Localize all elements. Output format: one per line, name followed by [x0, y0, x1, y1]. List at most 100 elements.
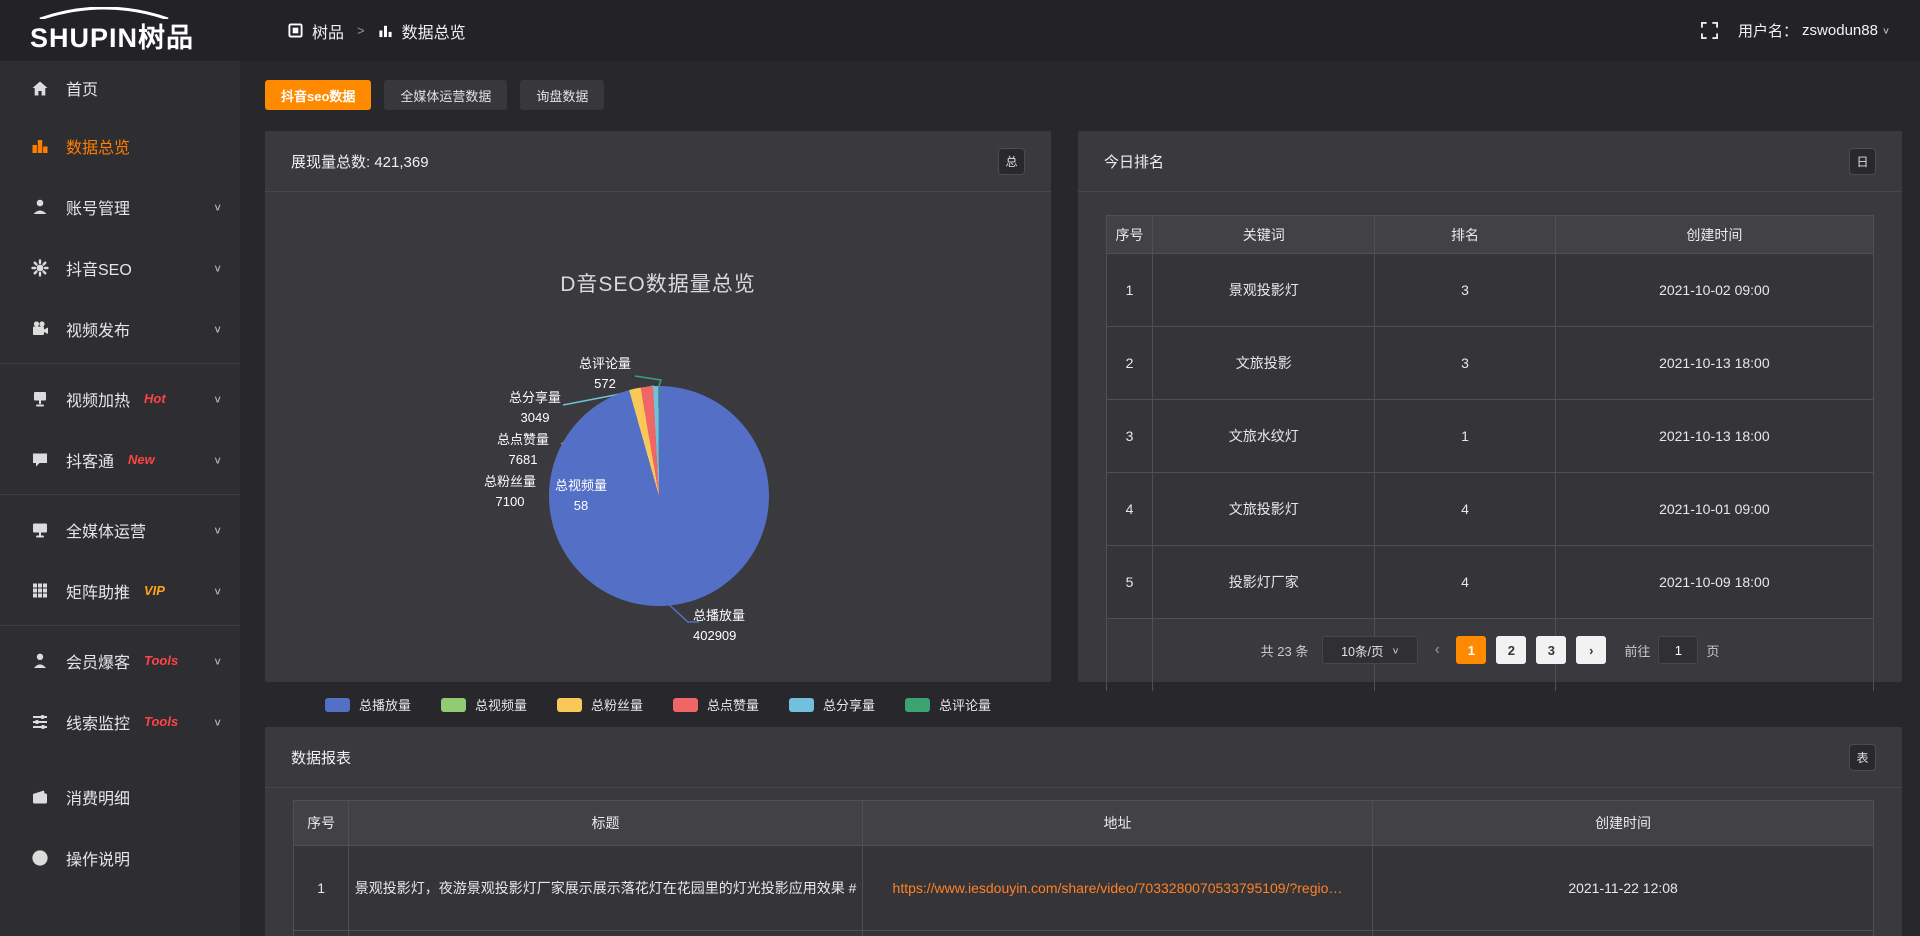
sidebar-item-label: 视频发布 [66, 317, 130, 341]
next-page-button[interactable]: › [1576, 636, 1606, 664]
data-tabs: 抖音seo数据 全媒体运营数据 询盘数据 [265, 80, 604, 110]
sidebar-item-home[interactable]: 首页 [0, 61, 240, 115]
sidebar-item-label: 操作说明 [66, 846, 130, 870]
monitor-icon [31, 521, 51, 539]
report-panel-title: 数据报表 [291, 747, 351, 768]
tools-tag: Tools [144, 653, 178, 668]
legend-item[interactable]: 总粉丝量 [557, 695, 643, 714]
page-button-2[interactable]: 2 [1496, 636, 1526, 664]
sidebar-item-matrix-boost[interactable]: 矩阵助推 VIP ∨ [0, 560, 240, 621]
chevron-down-icon: ∨ [213, 585, 222, 597]
goto-label: 前往 [1624, 641, 1650, 660]
topbar: SHUPIN树品 树品 > 数据总览 用户名：zswodun88 ∨ [0, 0, 1920, 61]
ranking-panel-title: 今日排名 [1104, 151, 1164, 172]
col-index: 序号 [294, 801, 349, 846]
dashboard-icon [288, 23, 303, 38]
pie-chart: D音SEO数据量总览 总评论量572 总分享量3049 总点赞量7681 总粉丝… [265, 192, 1051, 682]
sidebar-item-label: 视频加热 [66, 387, 130, 411]
pie-label-likes: 总点赞量7681 [483, 430, 563, 470]
gear-icon [31, 259, 51, 277]
pagination: 共 23 条 10条/页 ∨ ‹ 1 2 3 › 前往 页 [1078, 636, 1902, 664]
user-icon [31, 198, 51, 216]
legend-item[interactable]: 总评论量 [905, 695, 991, 714]
ranking-table: 序号 关键词 排名 创建时间 1景观投影灯32021-10-02 09:00 2… [1106, 215, 1874, 691]
day-badge-button[interactable]: 日 [1849, 148, 1876, 175]
page-button-3[interactable]: 3 [1536, 636, 1566, 664]
sidebar-spacer [0, 752, 240, 766]
sidebar-item-label: 全媒体运营 [66, 518, 146, 542]
sliders-icon [31, 713, 51, 731]
breadcrumb-item-home[interactable]: 树品 [312, 19, 344, 43]
video-title-cell: 景观投影灯，夜游景观投影灯厂家展示展示落花灯在花园里的灯光投影应用效果 # [349, 846, 863, 931]
billboard-icon [31, 390, 51, 408]
new-tag: New [128, 452, 155, 467]
goto-page-input[interactable] [1658, 636, 1698, 664]
logo-en: SHUPIN [30, 23, 138, 53]
wallet-icon [31, 788, 51, 806]
logo-cn: 树品 [138, 23, 194, 53]
impressions-total: 展现量总数: 421,369 [291, 151, 429, 172]
legend-item[interactable]: 总点赞量 [673, 695, 759, 714]
sidebar-item-help[interactable]: ? 操作说明 [0, 827, 240, 888]
sidebar-item-label: 会员爆客 [66, 649, 130, 673]
pie-label-comments: 总评论量572 [565, 354, 645, 394]
tab-inquiry-data[interactable]: 询盘数据 [520, 80, 604, 110]
sidebar-item-member-burst[interactable]: 会员爆客 Tools ∨ [0, 630, 240, 691]
legend-item[interactable]: 总视频量 [441, 695, 527, 714]
sidebar-divider [0, 494, 240, 495]
col-created: 创建时间 [1373, 801, 1874, 846]
sidebar-item-label: 矩阵助推 [66, 579, 130, 603]
col-url: 地址 [862, 801, 1372, 846]
svg-text:?: ? [37, 853, 43, 865]
tab-omni-media-data[interactable]: 全媒体运营数据 [384, 80, 507, 110]
ranking-panel-header: 今日排名 日 [1078, 131, 1902, 192]
breadcrumb: 树品 > 数据总览 [288, 19, 466, 43]
sidebar-item-lead-monitor[interactable]: 线索监控 Tools ∨ [0, 691, 240, 752]
table-badge-button[interactable]: 表 [1849, 744, 1876, 771]
chart-title: D音SEO数据量总览 [265, 268, 1051, 298]
fullscreen-icon[interactable] [1701, 22, 1718, 39]
tab-douyin-seo-data[interactable]: 抖音seo数据 [265, 80, 371, 110]
chevron-down-icon: ∨ [213, 655, 222, 667]
chevron-down-icon: ∨ [213, 201, 222, 213]
hot-tag: Hot [144, 391, 166, 406]
sidebar-item-douyin-seo[interactable]: 抖音SEO ∨ [0, 237, 240, 298]
col-rank: 排名 [1375, 216, 1555, 254]
legend-swatch [905, 698, 930, 712]
sidebar: 首页 数据总览 账号管理 ∨ 抖音SEO ∨ 视频发布 ∨ 视频加热 Hot ∨ [0, 61, 240, 936]
legend-item[interactable]: 总分享量 [789, 695, 875, 714]
pie-label-plays: 总播放量402909 [693, 606, 793, 646]
table-row: 5投影灯厂家42021-10-09 18:00 [1107, 546, 1874, 619]
page-size-select[interactable]: 10条/页 ∨ [1322, 636, 1418, 664]
topbar-right: 用户名：zswodun88 ∨ [1701, 20, 1920, 41]
legend-swatch [557, 698, 582, 712]
video-url-link[interactable]: https://www.iesdouyin.com/share/video/70… [893, 880, 1343, 896]
chevron-down-icon: ∨ [213, 262, 222, 274]
chevron-down-icon: ∨ [213, 454, 222, 466]
report-panel: 数据报表 表 序号 标题 地址 创建时间 1 景观投影灯，夜游景观投影灯厂家展示… [265, 727, 1902, 936]
chevron-down-icon: ∨ [1882, 25, 1890, 35]
total-badge-button[interactable]: 总 [998, 148, 1025, 175]
person-icon [31, 652, 51, 670]
impressions-panel-header: 展现量总数: 421,369 总 [265, 131, 1051, 192]
sidebar-item-omni-media[interactable]: 全媒体运营 ∨ [0, 499, 240, 560]
sidebar-item-douketong[interactable]: 抖客通 New ∨ [0, 429, 240, 490]
user-menu[interactable]: 用户名：zswodun88 ∨ [1738, 20, 1890, 41]
vip-tag: VIP [144, 583, 165, 598]
ranking-panel: 今日排名 日 序号 关键词 排名 创建时间 1景观投影灯32021-10-02 … [1078, 131, 1902, 682]
sidebar-item-label: 线索监控 [66, 710, 130, 734]
sidebar-item-video-publish[interactable]: 视频发布 ∨ [0, 298, 240, 359]
sidebar-divider [0, 625, 240, 626]
sidebar-item-video-heat[interactable]: 视频加热 Hot ∨ [0, 368, 240, 429]
report-panel-header: 数据报表 表 [265, 727, 1902, 788]
legend-item[interactable]: 总播放量 [325, 695, 411, 714]
sidebar-item-label: 抖音SEO [66, 256, 132, 280]
breadcrumb-item-current[interactable]: 数据总览 [402, 19, 466, 43]
table-header-row: 序号 标题 地址 创建时间 [294, 801, 1874, 846]
sidebar-item-data-overview[interactable]: 数据总览 [0, 115, 240, 176]
sidebar-item-spending-detail[interactable]: 消费明细 [0, 766, 240, 827]
page-button-1[interactable]: 1 [1456, 636, 1486, 664]
legend-swatch [789, 698, 814, 712]
sidebar-item-account[interactable]: 账号管理 ∨ [0, 176, 240, 237]
prev-page-button[interactable]: ‹ [1428, 641, 1446, 659]
